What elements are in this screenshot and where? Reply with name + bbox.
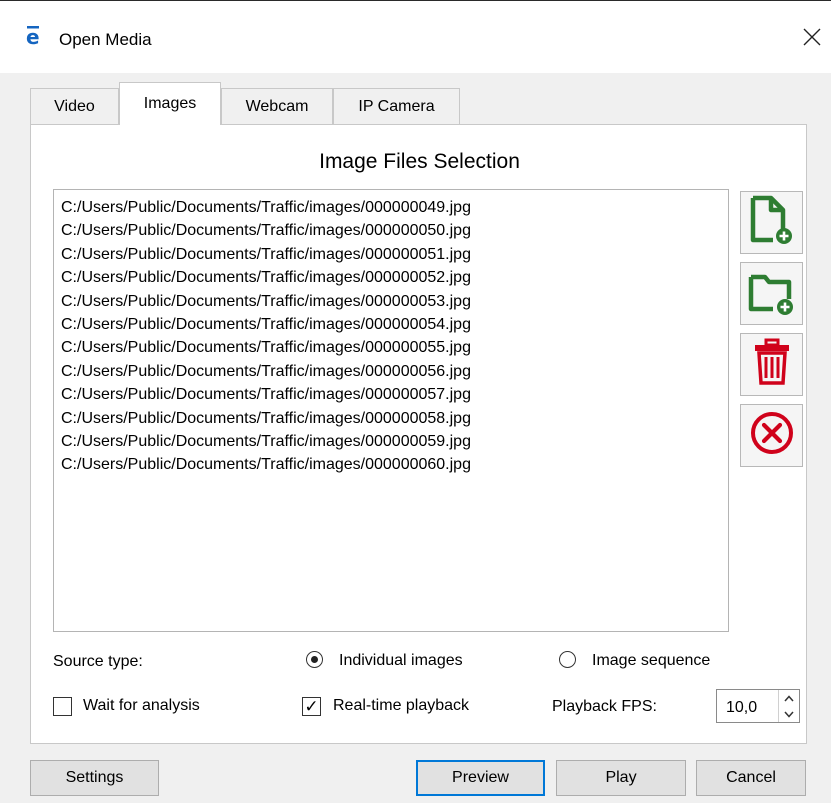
list-item[interactable]: C:/Users/Public/Documents/Traffic/images… <box>54 243 728 266</box>
chevron-down-icon[interactable] <box>779 706 799 722</box>
images-tab-panel: Image Files Selection C:/Users/Public/Do… <box>30 124 807 744</box>
tab-webcam[interactable]: Webcam <box>221 88 333 124</box>
add-folder-button[interactable] <box>740 262 803 325</box>
image-sequence-label[interactable]: Image sequence <box>592 652 710 670</box>
list-item[interactable]: C:/Users/Public/Documents/Traffic/images… <box>54 407 728 430</box>
realtime-playback-checkbox[interactable]: ✓ <box>302 697 321 716</box>
list-item[interactable]: C:/Users/Public/Documents/Traffic/images… <box>54 336 728 359</box>
cancel-button[interactable]: Cancel <box>696 760 806 796</box>
clear-icon <box>749 410 795 461</box>
realtime-playback-label[interactable]: Real-time playback <box>333 697 469 715</box>
list-item[interactable]: C:/Users/Public/Documents/Traffic/images… <box>54 360 728 383</box>
list-item[interactable]: C:/Users/Public/Documents/Traffic/images… <box>54 219 728 242</box>
image-sequence-radio[interactable] <box>559 651 576 668</box>
open-media-dialog: e Open Media Video Images Webcam IP Came… <box>0 0 831 803</box>
clear-list-button[interactable] <box>740 404 803 467</box>
source-type-label: Source type: <box>53 653 143 670</box>
list-item[interactable]: C:/Users/Public/Documents/Traffic/images… <box>54 313 728 336</box>
individual-images-radio[interactable] <box>306 651 323 668</box>
remove-selected-button[interactable] <box>740 333 803 396</box>
playback-fps-label: Playback FPS: <box>552 698 657 715</box>
image-file-list[interactable]: C:/Users/Public/Documents/Traffic/images… <box>53 189 729 632</box>
wait-for-analysis-checkbox[interactable] <box>53 697 72 716</box>
add-folder-icon <box>747 265 797 322</box>
close-icon[interactable] <box>800 25 824 49</box>
tab-ip-camera[interactable]: IP Camera <box>333 88 460 124</box>
list-item[interactable]: C:/Users/Public/Documents/Traffic/images… <box>54 290 728 313</box>
wait-for-analysis-label[interactable]: Wait for analysis <box>83 697 200 715</box>
list-item[interactable]: C:/Users/Public/Documents/Traffic/images… <box>54 383 728 406</box>
playback-fps-value[interactable]: 10,0 <box>726 699 757 717</box>
play-button[interactable]: Play <box>556 760 686 796</box>
title-bar: e Open Media <box>0 1 831 73</box>
app-logo-icon: e <box>25 25 45 49</box>
playback-fps-spinbox[interactable]: 10,0 <box>716 689 800 723</box>
spin-arrows <box>778 690 799 722</box>
list-item[interactable]: C:/Users/Public/Documents/Traffic/images… <box>54 266 728 289</box>
trash-icon <box>750 337 794 392</box>
individual-images-label[interactable]: Individual images <box>339 652 463 670</box>
preview-button[interactable]: Preview <box>416 760 545 796</box>
settings-button[interactable]: Settings <box>30 760 159 796</box>
chevron-up-icon[interactable] <box>779 690 799 706</box>
add-files-button[interactable] <box>740 191 803 254</box>
list-item[interactable]: C:/Users/Public/Documents/Traffic/images… <box>54 196 728 219</box>
svg-text:e: e <box>26 25 40 49</box>
add-file-icon <box>747 194 797 251</box>
section-title: Image Files Selection <box>319 150 520 173</box>
list-item[interactable]: C:/Users/Public/Documents/Traffic/images… <box>54 430 728 453</box>
tab-video[interactable]: Video <box>30 88 119 124</box>
list-item[interactable]: C:/Users/Public/Documents/Traffic/images… <box>54 453 728 476</box>
tab-images[interactable]: Images <box>119 82 221 125</box>
window-title: Open Media <box>59 30 152 49</box>
